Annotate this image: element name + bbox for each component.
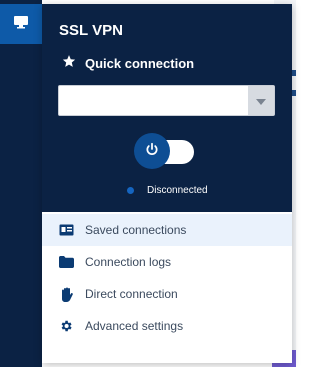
toggle-knob xyxy=(134,133,170,169)
caret-down-icon xyxy=(256,92,266,110)
folder-icon xyxy=(58,254,74,270)
vpn-nav-button[interactable] xyxy=(0,4,42,44)
panel-title: SSL VPN xyxy=(59,22,123,39)
select-dropdown-button[interactable] xyxy=(248,86,274,115)
connection-select[interactable] xyxy=(58,85,275,116)
status-dot-icon xyxy=(127,187,134,194)
menu-label: Advanced settings xyxy=(85,319,184,333)
menu-item-saved-connections[interactable]: Saved connections xyxy=(42,214,292,246)
left-rail xyxy=(0,0,42,367)
connect-toggle[interactable] xyxy=(134,133,194,169)
menu-item-direct-connection[interactable]: Direct connection xyxy=(42,278,292,310)
panel-header: SSL VPN Quick connection Disconnected xyxy=(42,4,292,212)
power-icon xyxy=(145,142,159,161)
menu-label: Saved connections xyxy=(85,223,187,237)
quick-connection-row: Quick connection xyxy=(62,54,194,73)
id-card-icon xyxy=(58,222,74,238)
connection-status: Disconnected xyxy=(127,185,208,196)
panel-menu: Saved connections Connection logs Direct… xyxy=(42,214,292,342)
monitor-icon xyxy=(13,15,29,34)
hand-icon xyxy=(58,286,74,302)
menu-label: Direct connection xyxy=(85,287,178,301)
vpn-popup-panel: SSL VPN Quick connection Disconnected Sa… xyxy=(42,4,292,363)
star-icon xyxy=(62,54,76,73)
menu-item-advanced-settings[interactable]: Advanced settings xyxy=(42,310,292,342)
menu-item-connection-logs[interactable]: Connection logs xyxy=(42,246,292,278)
status-text: Disconnected xyxy=(147,185,208,196)
gear-icon xyxy=(58,318,74,334)
menu-label: Connection logs xyxy=(85,255,172,269)
quick-connection-label: Quick connection xyxy=(85,56,195,71)
